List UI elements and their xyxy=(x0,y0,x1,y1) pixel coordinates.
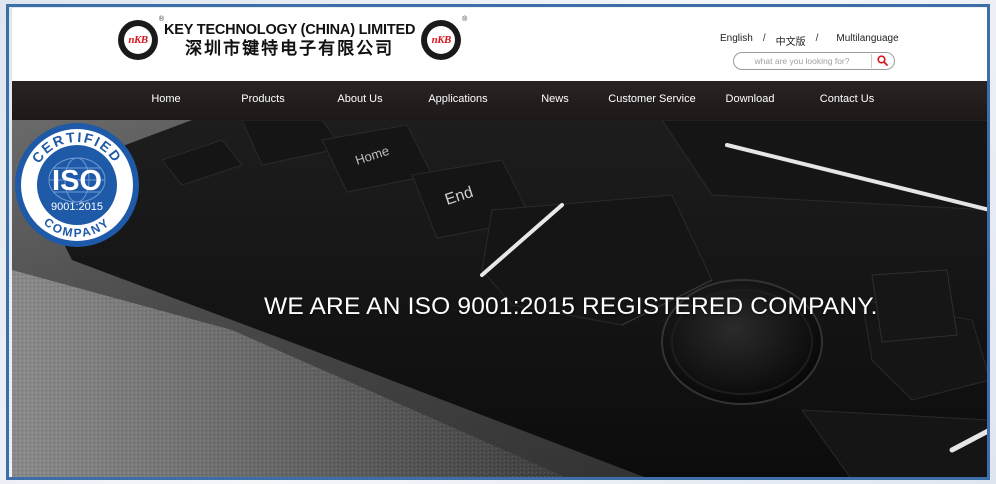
logo-text: KEY TECHNOLOGY (CHINA) LIMITED 深圳市键特电子有限… xyxy=(164,23,415,58)
nav-applications[interactable]: Applications xyxy=(428,93,487,105)
iso-certified-badge: CERTIFIED COMPANY ISO 9001:2015 xyxy=(15,123,139,247)
lang-separator: / xyxy=(762,33,766,44)
company-name-en: KEY TECHNOLOGY (CHINA) LIMITED xyxy=(164,21,416,38)
website-page: nKB ® KEY TECHNOLOGY (CHINA) LIMITED 深圳市… xyxy=(12,8,990,480)
lang-english-link[interactable]: English xyxy=(720,33,753,48)
lang-chinese-link[interactable]: 中文版 xyxy=(776,33,806,48)
nav-products[interactable]: Products xyxy=(241,93,284,105)
nav-news[interactable]: News xyxy=(541,93,569,105)
language-switcher: English / 中文版 / Multilanguage xyxy=(720,33,899,48)
banner-headline: WE ARE AN ISO 9001:2015 REGISTERED COMPA… xyxy=(264,293,878,320)
site-header: nKB ® KEY TECHNOLOGY (CHINA) LIMITED 深圳市… xyxy=(12,8,990,81)
nav-contact-us[interactable]: Contact Us xyxy=(820,93,874,105)
search-icon xyxy=(877,55,888,66)
nav-download[interactable]: Download xyxy=(726,93,775,105)
gear-logo-icon-left: nKB ® xyxy=(118,16,164,60)
nav-home[interactable]: Home xyxy=(151,93,180,105)
gear-logo-icon-right: nKB ® xyxy=(421,16,467,60)
lang-separator: / xyxy=(815,33,819,44)
main-navigation: Home Products About Us Applications News… xyxy=(12,81,990,120)
hero-banner[interactable]: Home End CERTIFIED COMPANY ISO 9001:2015… xyxy=(12,120,990,480)
search-box xyxy=(733,52,895,70)
badge-standard-text: 9001:2015 xyxy=(51,201,103,213)
nav-about-us[interactable]: About Us xyxy=(337,93,382,105)
lang-multi-link[interactable]: Multilanguage xyxy=(836,33,898,48)
nav-customer-service[interactable]: Customer Service xyxy=(608,93,695,105)
badge-iso-text: ISO xyxy=(52,165,102,197)
search-button[interactable] xyxy=(871,54,892,68)
company-logo[interactable]: nKB ® KEY TECHNOLOGY (CHINA) LIMITED 深圳市… xyxy=(118,16,467,60)
search-input[interactable] xyxy=(742,55,862,67)
company-name-cn: 深圳市键特电子有限公司 xyxy=(185,39,395,59)
